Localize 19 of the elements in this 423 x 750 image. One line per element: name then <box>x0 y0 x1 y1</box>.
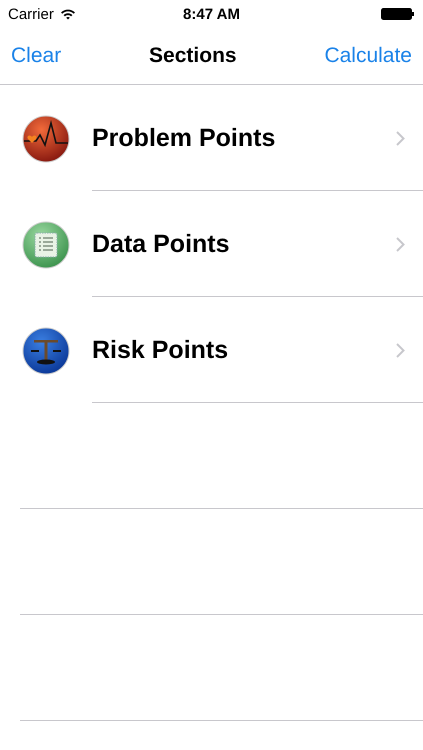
clear-button[interactable]: Clear <box>11 44 62 68</box>
clock-time: 8:47 AM <box>183 6 240 22</box>
chevron-icon <box>396 236 405 252</box>
battery-icon <box>381 8 415 20</box>
section-row[interactable]: Data Points <box>0 192 423 297</box>
nav-title: Sections <box>149 44 237 68</box>
section-label: Problem Points <box>92 124 276 152</box>
wifi-icon <box>60 8 76 20</box>
section-label: Risk Points <box>92 336 228 364</box>
scales-icon <box>22 326 70 374</box>
section-row[interactable]: Problem Points <box>0 86 423 191</box>
pulse-icon <box>22 114 70 162</box>
chevron-icon <box>396 342 405 358</box>
notepad-icon <box>22 220 70 268</box>
carrier-name: Carrier <box>8 6 54 22</box>
section-row[interactable]: Risk Points <box>0 298 423 403</box>
chevron-icon <box>396 130 405 146</box>
section-label: Data Points <box>92 230 230 258</box>
calculate-button[interactable]: Calculate <box>324 44 412 68</box>
